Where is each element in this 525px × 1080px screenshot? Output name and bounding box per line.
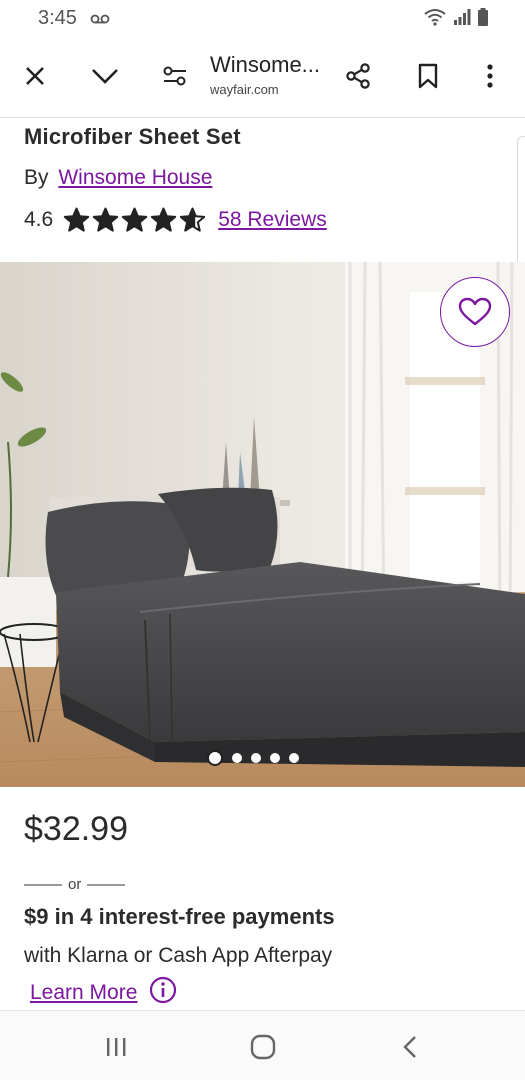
payment-providers-text: with Klarna or Cash App Afterpay <box>24 944 333 967</box>
voicemail-icon <box>90 12 110 24</box>
more-options-button[interactable] <box>470 56 510 96</box>
or-divider: or <box>24 876 126 893</box>
installments-text: $9 in 4 interest-free payments <box>24 904 335 929</box>
divider-line <box>87 883 126 886</box>
by-label: By <box>24 166 49 189</box>
minimize-button[interactable] <box>85 56 125 96</box>
more-vertical-icon <box>487 64 493 88</box>
product-price: $32.99 <box>24 810 128 848</box>
bookmark-button[interactable] <box>408 56 448 96</box>
screen: 3:45 Winsome... wayfair.com Microfiber S… <box>0 0 525 1080</box>
star-rating <box>63 206 206 233</box>
recent-apps-button[interactable] <box>96 1031 136 1063</box>
learn-more-row: Learn More <box>30 976 177 1009</box>
divider-line <box>24 883 62 886</box>
star-full-icon <box>93 207 119 232</box>
star-full-icon <box>122 207 148 232</box>
rating-row: 4.6 58 Reviews <box>24 206 327 233</box>
carousel-dot-active[interactable] <box>207 750 223 766</box>
page-settings-icon <box>163 66 186 86</box>
status-icons <box>423 8 489 31</box>
carousel-dot[interactable] <box>232 753 242 763</box>
page-title: Winsome... <box>210 52 321 77</box>
rating-value: 4.6 <box>24 207 54 231</box>
brand-link[interactable]: Winsome House <box>58 166 212 189</box>
status-time: 3:45 <box>38 7 77 29</box>
star-full-icon <box>64 207 90 232</box>
back-icon <box>403 1036 416 1058</box>
carousel-dot[interactable] <box>289 753 299 763</box>
or-label: or <box>68 876 82 893</box>
product-image[interactable] <box>0 262 525 787</box>
page-title-block[interactable]: Winsome... wayfair.com <box>210 52 340 97</box>
brand-line: By Winsome House <box>24 166 212 190</box>
system-nav-bar <box>0 1010 525 1080</box>
share-icon <box>346 63 370 89</box>
close-icon <box>26 67 44 85</box>
product-title: Microfiber Sheet Set <box>24 124 241 149</box>
home-button[interactable] <box>243 1031 283 1063</box>
home-icon <box>250 1034 276 1060</box>
close-button[interactable] <box>15 56 55 96</box>
favorite-button[interactable] <box>440 277 510 347</box>
status-bar: 3:45 <box>0 0 525 40</box>
browser-toolbar: Winsome... wayfair.com <box>0 40 525 118</box>
info-icon <box>150 976 177 1004</box>
chevron-down-icon <box>92 69 118 84</box>
recent-apps-icon <box>107 1038 126 1056</box>
carousel-dot[interactable] <box>251 753 261 763</box>
page-domain: wayfair.com <box>210 82 279 97</box>
carousel-dots <box>207 750 299 766</box>
bookmark-icon <box>418 63 438 89</box>
share-button[interactable] <box>338 56 378 96</box>
heart-icon <box>458 297 492 326</box>
wifi-icon <box>423 8 447 31</box>
back-button[interactable] <box>390 1031 430 1063</box>
battery-icon <box>477 8 489 31</box>
star-full-icon <box>151 207 177 232</box>
carousel-dot[interactable] <box>270 753 280 763</box>
star-half-icon <box>180 207 206 232</box>
bedroom-photo <box>0 262 525 787</box>
page-settings-button[interactable] <box>155 56 195 96</box>
learn-more-link[interactable]: Learn More <box>30 981 137 1005</box>
signal-icon <box>453 8 471 31</box>
info-button[interactable] <box>149 976 177 1009</box>
reviews-link[interactable]: 58 Reviews <box>218 208 327 232</box>
